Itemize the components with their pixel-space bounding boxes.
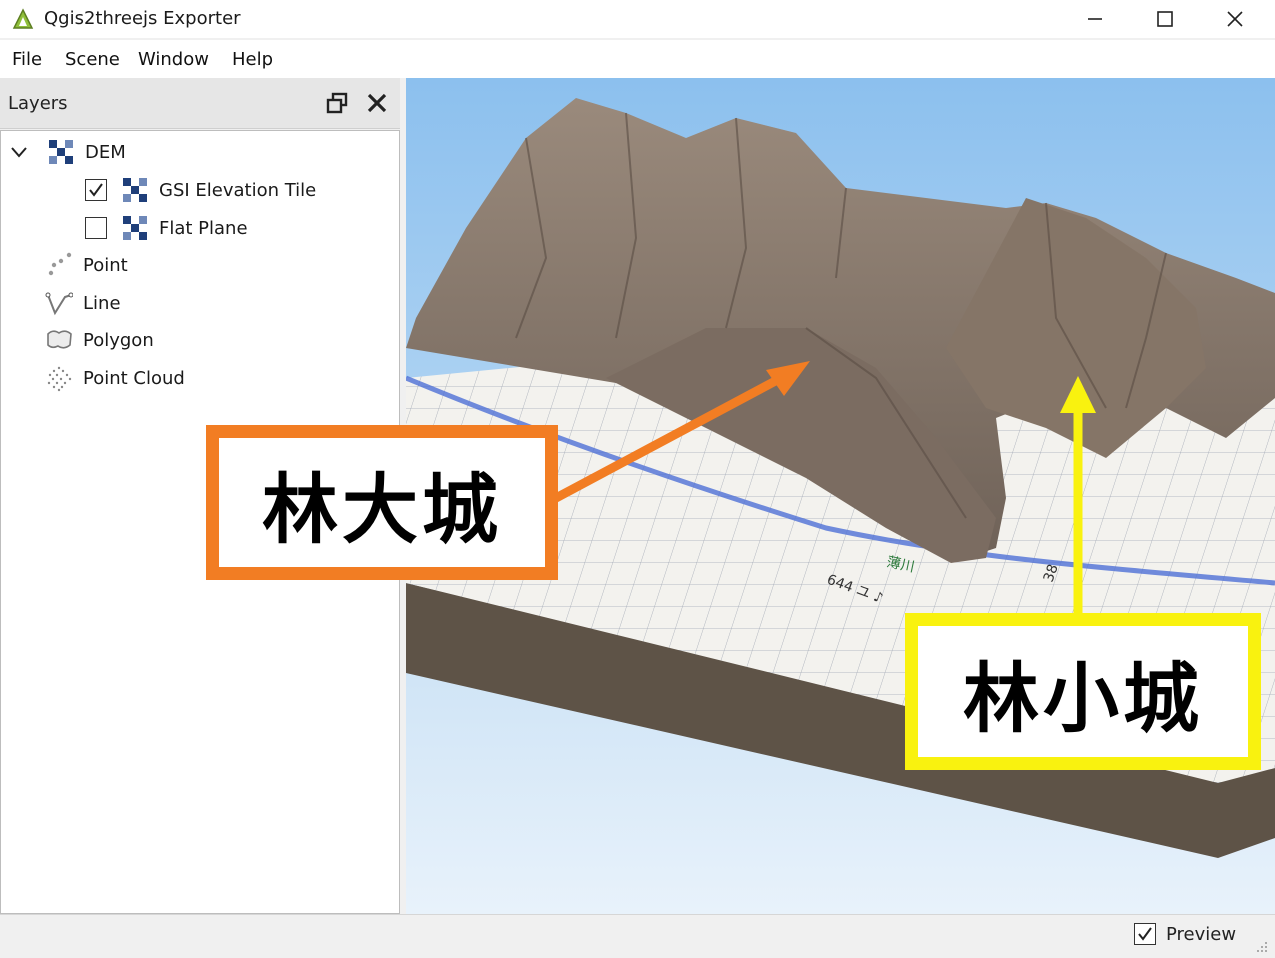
- restore-window-icon: [326, 92, 348, 114]
- menu-bar: File Scene Window Help: [0, 40, 1275, 78]
- polygon-layer-icon: [45, 326, 73, 354]
- maximize-button[interactable]: [1130, 0, 1200, 38]
- float-panel-button[interactable]: [322, 88, 352, 118]
- tree-item-dem[interactable]: DEM: [9, 135, 126, 169]
- tree-item-label: Flat Plane: [159, 217, 248, 239]
- qgis-triangle-icon: [12, 8, 34, 30]
- preview-toggle[interactable]: Preview: [1134, 923, 1236, 945]
- raster-icon: [121, 176, 149, 204]
- tree-item-line[interactable]: Line: [45, 286, 121, 320]
- minimize-button[interactable]: [1060, 0, 1130, 38]
- tree-item-polygon[interactable]: Polygon: [45, 323, 154, 357]
- status-bar: Preview: [0, 914, 1275, 958]
- layers-panel-header: Layers: [0, 78, 400, 129]
- exporter-window: Qgis2threejs Exporter File Scene Window …: [0, 0, 1275, 958]
- raster-icon: [121, 214, 149, 242]
- chevron-down-icon[interactable]: [9, 142, 29, 162]
- menu-file[interactable]: File: [12, 49, 42, 70]
- close-panel-button[interactable]: [362, 88, 392, 118]
- menu-window[interactable]: Window: [138, 49, 209, 70]
- raster-icon: [47, 138, 75, 166]
- tree-item-gsi-elevation-tile[interactable]: GSI Elevation Tile: [85, 173, 316, 207]
- minimize-icon: [1088, 18, 1102, 20]
- checkmark-icon: [89, 183, 103, 197]
- annotation-label-yellow: 林小城: [905, 613, 1261, 770]
- close-icon: [367, 93, 387, 113]
- tree-item-label: Line: [83, 292, 121, 314]
- preview-label: Preview: [1166, 923, 1237, 945]
- line-layer-icon: [45, 289, 74, 317]
- layer-checkbox-flat-plane[interactable]: [85, 217, 107, 239]
- tree-item-label: Point Cloud: [83, 367, 185, 389]
- layer-checkbox-gsi[interactable]: [85, 179, 107, 201]
- tree-item-label: DEM: [85, 141, 126, 163]
- tree-item-point-cloud[interactable]: Point Cloud: [45, 361, 185, 395]
- window-title: Qgis2threejs Exporter: [44, 8, 241, 29]
- close-icon: [1227, 11, 1243, 27]
- point-cloud-icon: [45, 364, 73, 392]
- tree-item-label: Point: [83, 254, 128, 276]
- tree-item-point[interactable]: Point: [45, 248, 128, 282]
- title-bar: Qgis2threejs Exporter: [0, 0, 1275, 38]
- layers-panel-title: Layers: [8, 93, 68, 114]
- menu-help[interactable]: Help: [232, 49, 273, 70]
- tree-item-label: Polygon: [83, 329, 154, 351]
- resize-grip-icon[interactable]: [1255, 940, 1269, 954]
- close-window-button[interactable]: [1200, 0, 1270, 38]
- menu-scene[interactable]: Scene: [65, 49, 120, 70]
- maximize-icon: [1157, 11, 1173, 27]
- tree-item-label: GSI Elevation Tile: [159, 179, 317, 201]
- preview-checkbox[interactable]: [1134, 923, 1156, 945]
- tree-item-flat-plane[interactable]: Flat Plane: [85, 211, 248, 245]
- checkmark-icon: [1138, 927, 1152, 941]
- point-layer-icon: [45, 251, 73, 279]
- annotation-label-orange: 林大城: [206, 425, 558, 580]
